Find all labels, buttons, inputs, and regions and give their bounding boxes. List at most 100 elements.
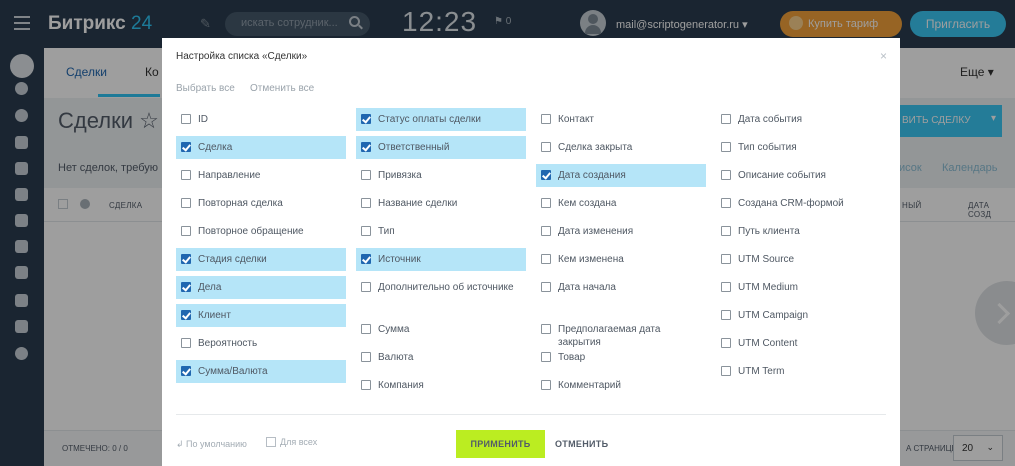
field-checkbox[interactable] bbox=[721, 254, 731, 264]
field-checkbox[interactable] bbox=[541, 198, 551, 208]
field-checkbox[interactable] bbox=[181, 142, 191, 152]
field-option[interactable]: Дата изменения bbox=[536, 220, 706, 243]
field-checkbox[interactable] bbox=[361, 170, 371, 180]
field-option[interactable]: Тип события bbox=[716, 136, 886, 159]
field-checkbox[interactable] bbox=[361, 226, 371, 236]
field-checkbox[interactable] bbox=[541, 142, 551, 152]
apply-button[interactable]: ПРИМЕНИТЬ bbox=[456, 430, 545, 458]
field-checkbox[interactable] bbox=[721, 198, 731, 208]
field-checkbox[interactable] bbox=[361, 380, 371, 390]
field-option[interactable]: ID bbox=[176, 108, 346, 131]
field-checkbox[interactable] bbox=[181, 366, 191, 376]
field-checkbox[interactable] bbox=[361, 282, 371, 292]
field-label: Дата изменения bbox=[558, 226, 634, 237]
deselect-all-link[interactable]: Отменить все bbox=[250, 83, 314, 94]
field-option[interactable]: Повторная сделка bbox=[176, 192, 346, 215]
for-all-users-checkbox[interactable] bbox=[266, 437, 276, 447]
field-option[interactable]: Предполагаемая дата закрытия bbox=[536, 318, 706, 348]
field-option[interactable]: Контакт bbox=[536, 108, 706, 131]
field-checkbox[interactable] bbox=[721, 226, 731, 236]
divider bbox=[176, 414, 886, 415]
field-option[interactable]: Комментарий bbox=[536, 374, 706, 397]
field-label: Сумма/Валюта bbox=[198, 366, 268, 377]
field-checkbox[interactable] bbox=[721, 366, 731, 376]
select-all-link[interactable]: Выбрать все bbox=[176, 83, 235, 94]
field-option[interactable]: Валюта bbox=[356, 346, 526, 369]
field-option[interactable]: UTM Medium bbox=[716, 276, 886, 299]
field-option[interactable]: UTM Term bbox=[716, 360, 886, 383]
field-checkbox[interactable] bbox=[181, 310, 191, 320]
reset-default-link[interactable]: ↲ По умолчанию bbox=[176, 439, 247, 450]
field-checkbox[interactable] bbox=[541, 170, 551, 180]
field-option[interactable]: UTM Content bbox=[716, 332, 886, 355]
field-option[interactable]: Дата создания bbox=[536, 164, 706, 187]
field-option[interactable]: Товар bbox=[536, 346, 706, 369]
field-option[interactable]: Сумма/Валюта bbox=[176, 360, 346, 383]
field-checkbox[interactable] bbox=[181, 170, 191, 180]
field-checkbox[interactable] bbox=[181, 338, 191, 348]
field-option[interactable]: Привязка bbox=[356, 164, 526, 187]
field-checkbox[interactable] bbox=[361, 198, 371, 208]
field-option[interactable]: Дата начала bbox=[536, 276, 706, 299]
field-option[interactable]: Описание события bbox=[716, 164, 886, 187]
field-checkbox[interactable] bbox=[721, 282, 731, 292]
field-option[interactable]: UTM Source bbox=[716, 248, 886, 271]
field-label: Товар bbox=[558, 352, 586, 363]
field-label: UTM Content bbox=[738, 338, 798, 349]
field-checkbox[interactable] bbox=[541, 352, 551, 362]
field-checkbox[interactable] bbox=[181, 226, 191, 236]
field-option[interactable]: Компания bbox=[356, 374, 526, 397]
field-option[interactable]: Дата события bbox=[716, 108, 886, 131]
field-option[interactable]: Тип bbox=[356, 220, 526, 243]
field-option[interactable]: Создана CRM-формой bbox=[716, 192, 886, 215]
field-checkbox[interactable] bbox=[181, 282, 191, 292]
field-option[interactable]: Ответственный bbox=[356, 136, 526, 159]
field-option[interactable]: Клиент bbox=[176, 304, 346, 327]
field-option[interactable]: Сделка закрыта bbox=[536, 136, 706, 159]
field-checkbox[interactable] bbox=[541, 226, 551, 236]
field-option[interactable]: Стадия сделки bbox=[176, 248, 346, 271]
field-label: Повторное обращение bbox=[198, 226, 304, 237]
field-checkbox[interactable] bbox=[721, 142, 731, 152]
field-label: Описание события bbox=[738, 170, 826, 181]
field-option[interactable]: Сделка bbox=[176, 136, 346, 159]
field-option[interactable]: Название сделки bbox=[356, 192, 526, 215]
field-option[interactable]: Путь клиента bbox=[716, 220, 886, 243]
field-label: Контакт bbox=[558, 114, 595, 125]
field-checkbox[interactable] bbox=[181, 198, 191, 208]
field-option[interactable]: Дополнительно об источнике bbox=[356, 276, 526, 299]
field-checkbox[interactable] bbox=[541, 380, 551, 390]
field-checkbox[interactable] bbox=[181, 254, 191, 264]
field-checkbox[interactable] bbox=[361, 352, 371, 362]
close-icon[interactable]: × bbox=[880, 49, 887, 63]
field-checkbox[interactable] bbox=[541, 114, 551, 124]
field-option[interactable]: Повторное обращение bbox=[176, 220, 346, 243]
field-option[interactable]: Статус оплаты сделки bbox=[356, 108, 526, 131]
field-checkbox[interactable] bbox=[541, 254, 551, 264]
field-option[interactable]: UTM Campaign bbox=[716, 304, 886, 327]
field-option[interactable]: Направление bbox=[176, 164, 346, 187]
field-option[interactable]: Кем изменена bbox=[536, 248, 706, 271]
field-option[interactable]: Дела bbox=[176, 276, 346, 299]
field-checkbox[interactable] bbox=[721, 170, 731, 180]
field-checkbox[interactable] bbox=[721, 114, 731, 124]
field-option[interactable]: Вероятность bbox=[176, 332, 346, 355]
field-label: Ответственный bbox=[378, 142, 450, 153]
field-option[interactable]: Кем создана bbox=[536, 192, 706, 215]
field-checkbox[interactable] bbox=[361, 254, 371, 264]
field-checkbox[interactable] bbox=[361, 324, 371, 334]
field-checkbox[interactable] bbox=[361, 114, 371, 124]
field-checkbox[interactable] bbox=[361, 142, 371, 152]
field-option[interactable]: Сумма bbox=[356, 318, 526, 341]
field-checkbox[interactable] bbox=[541, 324, 551, 334]
field-checkbox[interactable] bbox=[541, 282, 551, 292]
field-label: Сделка bbox=[198, 142, 233, 153]
field-checkbox[interactable] bbox=[181, 114, 191, 124]
for-all-users-toggle[interactable]: Для всех bbox=[266, 437, 317, 447]
field-checkbox[interactable] bbox=[721, 310, 731, 320]
field-label: Название сделки bbox=[378, 198, 458, 209]
field-label: Дата начала bbox=[558, 282, 616, 293]
field-checkbox[interactable] bbox=[721, 338, 731, 348]
field-option[interactable]: Источник bbox=[356, 248, 526, 271]
cancel-button[interactable]: ОТМЕНИТЬ bbox=[555, 439, 608, 449]
